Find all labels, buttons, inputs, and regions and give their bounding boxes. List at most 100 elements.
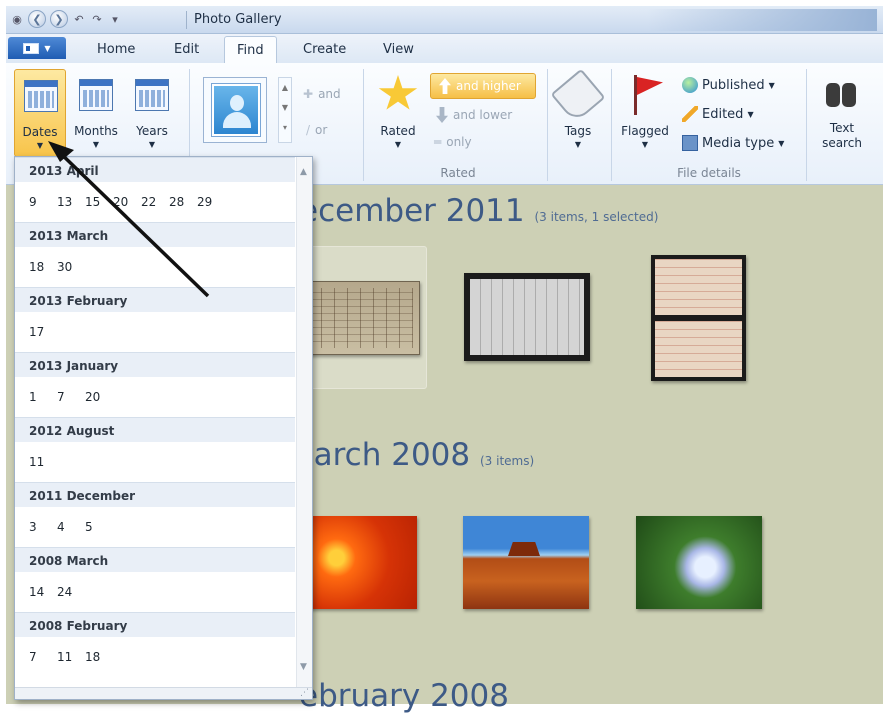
title-separator: [186, 11, 187, 29]
dates-button[interactable]: Dates ▼: [14, 69, 66, 157]
rated-button[interactable]: Rated ▼: [370, 69, 426, 157]
tab-find[interactable]: Find: [224, 36, 277, 65]
date-day-link[interactable]: 14: [29, 585, 57, 599]
months-button[interactable]: Months ▼: [70, 69, 122, 157]
calendar-icon: [79, 79, 113, 111]
photo-thumbnail[interactable]: [651, 255, 746, 381]
dropdown-scrollbar[interactable]: ▲ ▼: [296, 157, 312, 687]
pencil-icon: [682, 106, 698, 122]
group-heading-december-2011[interactable]: ecember 2011 (3 items, 1 selected): [299, 193, 658, 229]
date-day-link[interactable]: 28: [169, 195, 197, 209]
resize-grip[interactable]: ⋰: [15, 687, 312, 699]
photo-thumbnail[interactable]: [302, 516, 417, 609]
date-day-link[interactable]: 13: [57, 195, 85, 209]
group-heading-february-2008[interactable]: ebruary 2008: [299, 678, 509, 714]
forward-icon[interactable]: ❯: [50, 10, 68, 28]
rated-group-label: Rated: [440, 166, 476, 180]
people-gallery[interactable]: [203, 77, 267, 143]
group-separator: [363, 69, 364, 181]
only-button[interactable]: ═ only: [434, 135, 472, 149]
window-title: Photo Gallery: [194, 12, 282, 27]
date-day-row: 18 30: [15, 247, 295, 287]
date-day-link[interactable]: 22: [141, 195, 169, 209]
tab-edit[interactable]: Edit: [174, 42, 199, 57]
date-day-link[interactable]: 29: [197, 195, 225, 209]
date-group-header: 2008 March: [15, 547, 295, 572]
globe-icon: [682, 77, 698, 93]
edited-button[interactable]: Edited ▼: [682, 106, 754, 122]
group-count: (3 items, 1 selected): [534, 210, 659, 224]
media-type-icon: [682, 135, 698, 151]
redo-icon[interactable]: ↷: [90, 11, 104, 27]
group-separator: [611, 69, 612, 181]
date-day-link[interactable]: 24: [57, 585, 85, 599]
date-day-link[interactable]: 30: [57, 260, 85, 274]
date-day-link[interactable]: 1: [29, 390, 57, 404]
scroll-up-icon[interactable]: ▲: [300, 167, 307, 177]
chevron-down-icon: ▼: [148, 140, 156, 149]
file-menu-button[interactable]: ▼: [8, 37, 66, 59]
chevron-down-icon: ▼: [768, 80, 775, 90]
title-bar: ◉ ❮ ❯ ↶ ↷ ▾ Photo Gallery: [6, 6, 883, 34]
group-title: ebruary 2008: [299, 678, 509, 714]
photo-thumbnail[interactable]: [463, 516, 589, 609]
years-button[interactable]: Years ▼: [126, 69, 178, 157]
photo-thumbnail[interactable]: [636, 516, 762, 609]
person-icon: [212, 84, 260, 136]
flagged-button[interactable]: Flagged ▼: [614, 69, 676, 157]
date-day-row: 7 11 18: [15, 637, 295, 677]
date-group-header: 2013 January: [15, 352, 295, 377]
and-lower-button[interactable]: and lower: [436, 107, 512, 123]
edited-label: Edited: [702, 106, 744, 122]
tab-home[interactable]: Home: [97, 42, 135, 57]
text-search-button[interactable]: Text search: [814, 69, 870, 157]
people-and-button[interactable]: ✚ and: [303, 87, 341, 101]
tab-create[interactable]: Create: [303, 42, 346, 57]
date-day-link[interactable]: 5: [85, 520, 113, 534]
years-label: Years: [136, 124, 168, 138]
app-icon[interactable]: ◉: [10, 11, 24, 27]
chevron-down-icon: ▼: [92, 140, 100, 149]
date-day-link[interactable]: 7: [29, 650, 57, 664]
media-type-button[interactable]: Media type ▼: [682, 135, 784, 151]
date-day-row: 11: [15, 442, 295, 482]
tab-view[interactable]: View: [383, 42, 414, 57]
published-button[interactable]: Published ▼: [682, 77, 775, 93]
date-day-link[interactable]: 11: [57, 650, 85, 664]
date-day-link[interactable]: 18: [85, 650, 113, 664]
people-scroll[interactable]: ▲ ▼ ▾: [278, 77, 292, 143]
date-day-link[interactable]: 3: [29, 520, 57, 534]
date-day-link[interactable]: 7: [57, 390, 85, 404]
group-heading-march-2008[interactable]: larch 2008 (3 items): [305, 437, 534, 473]
date-day-link[interactable]: 15: [85, 195, 113, 209]
tags-label: Tags: [564, 124, 592, 138]
date-day-link[interactable]: 11: [29, 455, 57, 469]
calendar-icon: [135, 79, 169, 111]
photo-thumbnail[interactable]: [302, 281, 420, 355]
date-day-link[interactable]: 20: [85, 390, 113, 404]
photo-thumbnail[interactable]: [464, 273, 590, 361]
date-day-link[interactable]: 18: [29, 260, 57, 274]
and-higher-button[interactable]: and higher: [430, 73, 536, 99]
people-or-button[interactable]: / or: [306, 123, 327, 137]
date-group-header: 2012 August: [15, 417, 295, 442]
group-separator: [547, 69, 548, 181]
tags-button[interactable]: Tags ▼: [550, 69, 606, 157]
and-higher-label: and higher: [456, 79, 521, 93]
back-icon[interactable]: ❮: [28, 10, 46, 28]
scroll-down-icon[interactable]: ▼: [300, 662, 307, 672]
customize-toolbar-icon[interactable]: ▾: [108, 11, 122, 27]
undo-icon[interactable]: ↶: [72, 11, 86, 27]
date-day-link[interactable]: 9: [29, 195, 57, 209]
text-search-line1: Text: [829, 121, 855, 135]
file-details-group-label: File details: [677, 166, 741, 180]
date-day-row: 14 24: [15, 572, 295, 612]
date-day-link[interactable]: 4: [57, 520, 85, 534]
date-day-row: 1 7 20: [15, 377, 295, 417]
chevron-down-icon: ▼: [778, 138, 785, 148]
calendar-icon: [24, 80, 58, 112]
date-day-row: 9 13 15 20 22 28 29: [15, 182, 295, 222]
date-day-link[interactable]: 17: [29, 325, 57, 339]
date-day-link[interactable]: 20: [113, 195, 141, 209]
only-label: only: [446, 135, 472, 149]
